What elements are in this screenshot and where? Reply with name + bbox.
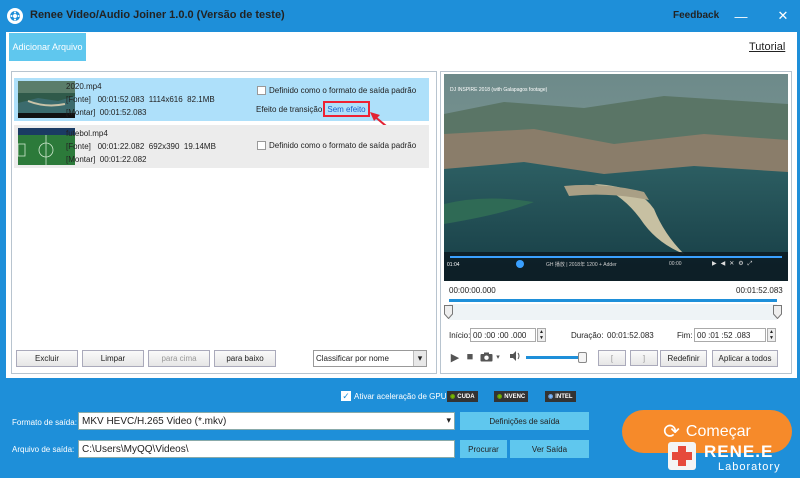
nvidia-icon: ◉ <box>497 394 503 400</box>
nvenc-badge: ◉ NVENC <box>494 391 529 402</box>
close-icon: ✕ <box>777 8 789 23</box>
tutorial-link[interactable]: Tutorial <box>749 41 785 53</box>
volume-icon[interactable] <box>509 350 521 362</box>
default-format-label: Definido como o formato de saída padrão <box>269 86 417 95</box>
camera-icon[interactable] <box>479 351 493 363</box>
source-duration: 00:01:22.082 <box>97 142 145 151</box>
source-tag: [Fonte] <box>66 142 91 151</box>
stop-icon[interactable]: ■ <box>464 351 476 363</box>
move-down-button[interactable]: para baixo <box>214 350 276 367</box>
aerial-landscape-image <box>444 74 788 281</box>
file-output-info: [Montar] 00:01:52.083 <box>66 108 147 117</box>
end-time-input[interactable]: 00 :01 :52 .083 <box>694 328 766 342</box>
output-tag: [Montar] <box>66 108 96 117</box>
close-button[interactable]: ✕ <box>775 8 791 24</box>
output-format-select[interactable]: MKV HEVC/H.265 Video (*.mkv) ▾ <box>78 412 455 430</box>
cuda-label: CUDA <box>457 393 475 400</box>
default-format-checkbox[interactable] <box>257 86 266 95</box>
current-time: 00:00:00.000 <box>449 286 496 295</box>
minimize-icon: — <box>734 8 748 24</box>
video-overlay-toggle-icon <box>516 260 524 268</box>
minimize-button[interactable]: — <box>733 8 749 24</box>
sort-value: Classificar por nome <box>316 354 389 363</box>
transition-label: Efeito de transição <box>256 105 323 114</box>
start-label: Início: <box>449 331 471 340</box>
feedback-link[interactable]: Feedback <box>673 10 719 21</box>
cuda-badge: ◉ CUDA <box>447 391 478 402</box>
file-name: 2020.mp4 <box>66 82 102 91</box>
video-overlay-right-time: 00:00 <box>669 261 682 267</box>
nvenc-label: NVENC <box>504 393 526 400</box>
default-format-checkbox[interactable] <box>257 141 266 150</box>
chevron-down-icon: ▾ <box>446 415 451 425</box>
output-file-input[interactable]: C:\Users\MyQQ\Videos\ <box>78 440 455 458</box>
timeline-slider[interactable] <box>449 299 777 302</box>
start-time-input[interactable]: 00 :00 :00 .000 <box>470 328 536 342</box>
file-name: futebol.mp4 <box>66 129 108 138</box>
intel-label: INTEL <box>555 393 573 400</box>
chevron-down-icon: ▾ <box>413 351 426 366</box>
source-size: 82.1MB <box>187 95 215 104</box>
video-preview[interactable]: DJ INSPIRE 2018 (with Galapagos footage)… <box>444 74 788 281</box>
browse-button[interactable]: Procurar <box>460 440 507 458</box>
brand-logo: RENE.E Laboratory <box>664 434 800 478</box>
brand-sub: Laboratory <box>718 461 781 473</box>
duration-value: 00:01:52.083 <box>607 331 654 340</box>
clear-button[interactable]: Limpar <box>82 350 144 367</box>
redefine-button[interactable]: Redefinir <box>660 350 707 367</box>
source-tag: [Fonte] <box>66 95 91 104</box>
app-title: Renee Video/Audio Joiner 1.0.0 (Versão d… <box>30 9 285 21</box>
video-overlay-time: 01:04 <box>447 262 460 268</box>
total-time: 00:01:52.083 <box>736 286 783 295</box>
brand-cross-icon <box>668 442 696 470</box>
sort-select[interactable]: Classificar por nome ▾ <box>313 350 427 367</box>
video-overlay-caption: GH 播放 | 2018年 1200 + Adder <box>546 262 617 268</box>
transition-effect-link[interactable]: Sem efeito <box>323 101 370 117</box>
video-overlay-controls-icon: ▶◀✕⚙⤢ <box>712 261 757 267</box>
output-settings-button[interactable]: Definições de saída <box>460 412 589 430</box>
output-format-value: MKV HEVC/H.265 Video (*.mkv) <box>82 415 227 427</box>
play-icon[interactable]: ▶ <box>449 351 461 364</box>
move-up-button[interactable]: para cima <box>148 350 210 367</box>
delete-button[interactable]: Excluir <box>16 350 78 367</box>
trim-start-handle[interactable] <box>444 305 453 320</box>
output-tag: [Montar] <box>66 155 96 164</box>
camera-dropdown-icon[interactable]: ▾ <box>494 351 502 363</box>
default-format-label: Definido como o formato de saída padrão <box>269 141 417 150</box>
video-title-overlay: DJ INSPIRE 2018 (with Galapagos footage) <box>450 87 548 93</box>
nvidia-icon: ◉ <box>450 394 456 400</box>
app-logo-icon <box>7 8 23 24</box>
source-resolution: 1114x616 <box>148 95 183 104</box>
gpu-acceleration-checkbox[interactable]: ✓ <box>341 391 351 401</box>
trim-end-handle[interactable] <box>773 305 782 320</box>
add-file-button[interactable]: Adicionar Arquivo <box>9 33 86 61</box>
start-time-stepper[interactable]: ▲ ▼ <box>537 328 546 342</box>
mark-end-button[interactable]: ] <box>630 350 658 366</box>
file-source-info: [Fonte] 00:01:52.083 1114x616 82.1MB <box>66 95 215 104</box>
apply-all-button[interactable]: Aplicar a todos <box>712 350 778 367</box>
file-source-info: [Fonte] 00:01:22.082 692x390 19.14MB <box>66 142 216 151</box>
source-duration: 00:01:52.083 <box>97 95 145 104</box>
brand-name: RENE.E <box>704 442 774 461</box>
source-size: 19.14MB <box>183 142 216 151</box>
intel-icon: ◉ <box>548 394 554 400</box>
view-output-button[interactable]: Ver Saída <box>510 440 589 458</box>
intel-badge: ◉ INTEL <box>545 391 576 402</box>
output-format-label: Formato de saída: <box>12 418 77 427</box>
file-output-info: [Montar] 00:01:22.082 <box>66 155 147 164</box>
output-duration: 00:01:52.083 <box>99 108 147 117</box>
output-duration: 00:01:22.082 <box>99 155 147 164</box>
duration-label: Duração: <box>571 331 604 340</box>
volume-slider-knob[interactable] <box>578 352 588 363</box>
trim-area[interactable] <box>449 304 777 320</box>
source-resolution: 692x390 <box>148 142 180 151</box>
mark-start-button[interactable]: [ <box>598 350 626 366</box>
end-label: Fim: <box>677 331 693 340</box>
end-time-stepper[interactable]: ▲ ▼ <box>767 328 776 342</box>
gpu-acceleration-label: Ativar aceleração de GPU <box>354 392 447 401</box>
output-file-label: Arquivo de saída: <box>12 445 75 454</box>
